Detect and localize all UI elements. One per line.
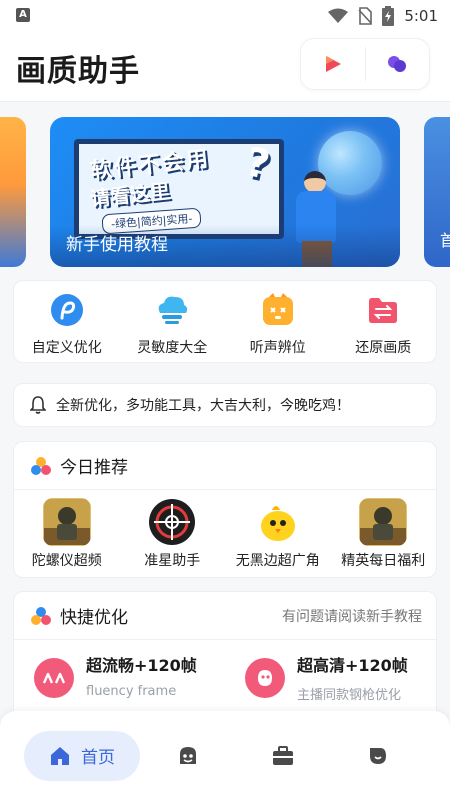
game-thumb-icon [42, 498, 91, 546]
header-actions [300, 38, 430, 90]
recommend-item-elite[interactable]: 精英每日福利 [331, 498, 437, 570]
recommend-item-wide[interactable]: 无黑边超广角 [225, 498, 331, 570]
wifi-icon [328, 8, 349, 23]
clock: 5:01 [404, 7, 438, 25]
recommend-item-name: 准星助手 [144, 553, 201, 569]
bubbles-app-icon [388, 56, 407, 72]
video-app-button[interactable] [301, 39, 365, 89]
recommend-item-name: 精英每日福利 [341, 553, 426, 569]
recommend-title: 今日推荐 [60, 458, 128, 478]
game-thumb-icon [359, 498, 408, 546]
tool-label: 还原画质 [355, 340, 412, 356]
opt-subtitle: fluency frame [86, 684, 177, 699]
banner-next-caption: 首 [440, 231, 450, 250]
nav-toolbox[interactable] [235, 745, 330, 767]
bubbles-app-button[interactable] [366, 39, 430, 89]
today-recommend: 今日推荐 陀螺仪超频 准星助手 无黑边超广角 精英每日福利 [13, 441, 437, 578]
shortcut-title: 快捷优化 [60, 608, 128, 628]
restore-quality-icon [369, 298, 398, 323]
hd-badge [245, 658, 285, 698]
sensitivity-icon [158, 296, 188, 324]
banner-next-peek[interactable]: 首 [424, 117, 450, 267]
triple-dot-icon [31, 606, 51, 625]
notice-bar[interactable]: 全新优化，多功能工具，大吉大利，今晚吃鸡！ [13, 383, 437, 427]
tool-custom-optimize[interactable]: 自定义优化 [14, 281, 120, 362]
opt-title: 超高清+120帧 [297, 656, 408, 675]
app-notification-icon: A [16, 8, 30, 22]
hd-icon [258, 670, 272, 686]
recommend-item-crosshair[interactable]: 准星助手 [120, 498, 226, 570]
opt-hd[interactable]: 超高清+120帧 主播同款钢枪优化 [225, 652, 436, 703]
toolbox-icon [272, 745, 293, 765]
triple-dot-icon [31, 456, 51, 475]
nav-home-label: 首页 [81, 748, 115, 768]
banner-prev-peek[interactable] [0, 117, 26, 267]
shortcut-header: 快捷优化 有问题请阅读新手教程 [14, 592, 436, 640]
crosshair-icon [148, 498, 196, 546]
tool-sound-locate[interactable]: 听声辨位 [225, 281, 331, 362]
tool-sensitivity[interactable]: 灵敏度大全 [120, 281, 226, 362]
banner-carousel[interactable]: 软件不会用 ? 请看这里 -绿色|简约|实用- 新手使用教程 首 [0, 117, 450, 269]
status-bar: A 5:01 [0, 0, 450, 32]
opt-title: 超流畅+120帧 [86, 656, 197, 675]
banner-caption: 新手使用教程 [66, 235, 168, 255]
profile-icon [370, 747, 387, 764]
video-app-icon [325, 56, 341, 72]
bell-icon [30, 396, 46, 414]
nav-profile[interactable] [331, 745, 426, 767]
bot-icon [179, 746, 196, 764]
recommend-item-name: 陀螺仪超频 [31, 553, 102, 569]
custom-optimize-icon [50, 294, 83, 326]
globe-icon [318, 131, 382, 195]
tool-label: 听声辨位 [249, 340, 306, 356]
recommend-item-gyro[interactable]: 陀螺仪超频 [14, 498, 120, 570]
recommend-item-name: 无黑边超广角 [235, 553, 320, 569]
quick-tools: 自定义优化 灵敏度大全 听声辨位 还原画质 [13, 280, 437, 363]
fluency-badge [34, 658, 74, 698]
no-sim-icon [358, 7, 373, 25]
tool-label: 自定义优化 [31, 340, 102, 356]
notice-text: 全新优化，多功能工具，大吉大利，今晚吃鸡！ [56, 398, 350, 414]
shortcut-list: 超流畅+120帧 fluency frame 超高清+120帧 主播同款钢枪优化 [14, 640, 436, 703]
battery-charging-icon [382, 6, 395, 26]
banner-tutorial[interactable]: 软件不会用 ? 请看这里 -绿色|简约|实用- 新手使用教程 [50, 117, 400, 267]
tutorial-link[interactable]: 有问题请阅读新手教程 [282, 606, 422, 626]
app-header: 画质助手 [0, 32, 450, 102]
recommend-header: 今日推荐 [14, 442, 436, 490]
nav-home[interactable]: 首页 [24, 730, 140, 781]
sound-locate-icon [262, 293, 293, 325]
opt-fluency[interactable]: 超流畅+120帧 fluency frame [14, 652, 225, 703]
tool-restore-quality[interactable]: 还原画质 [331, 281, 437, 362]
opt-subtitle: 主播同款钢枪优化 [297, 688, 402, 703]
page-title: 画质助手 [16, 54, 140, 89]
home-icon [51, 746, 69, 765]
fluency-icon [42, 672, 66, 684]
nav-bot[interactable] [140, 744, 235, 768]
bottom-navigation: 首页 [0, 711, 450, 800]
person-illustration-head [304, 171, 326, 193]
tool-label: 灵敏度大全 [137, 340, 208, 356]
shortcut-optimize: 快捷优化 有问题请阅读新手教程 超流畅+120帧 fluency frame 超… [13, 591, 437, 721]
chick-icon [254, 498, 302, 546]
recommend-list: 陀螺仪超频 准星助手 无黑边超广角 精英每日福利 [14, 490, 436, 570]
